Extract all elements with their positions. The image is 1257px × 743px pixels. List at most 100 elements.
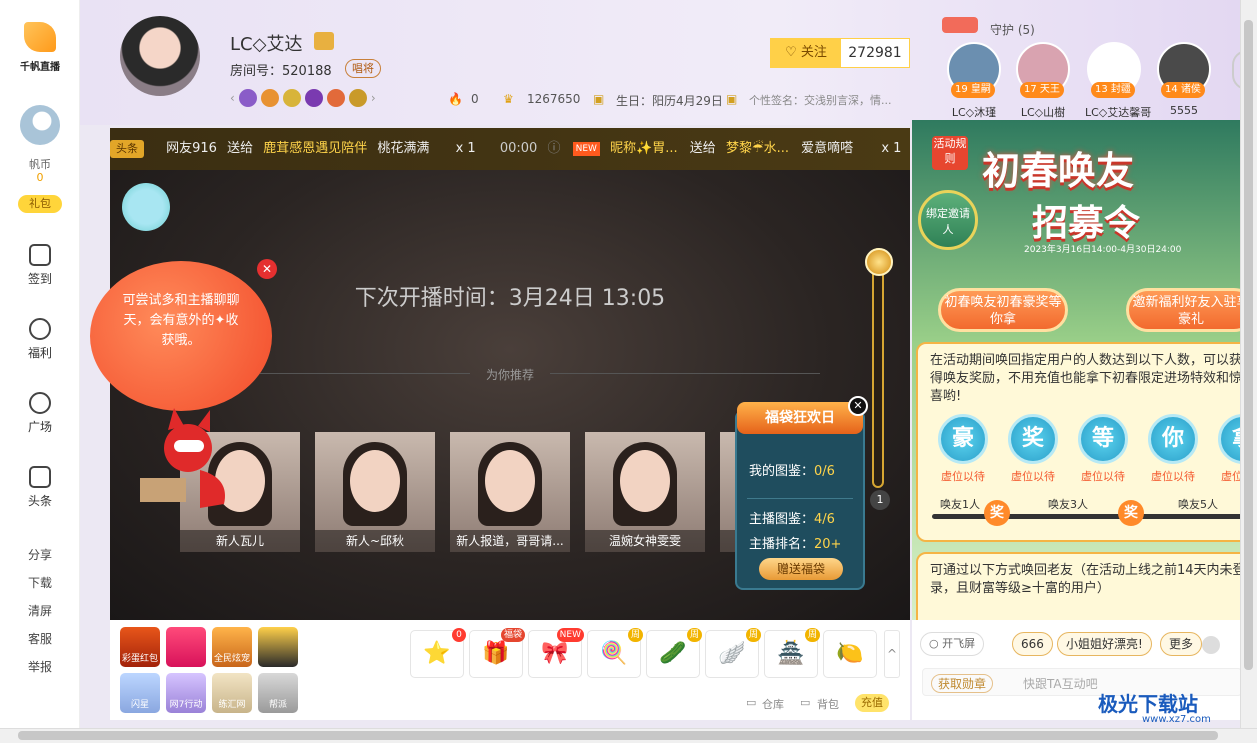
guard-item[interactable]: 13 封疆 LC◇艾达馨哥 bbox=[1085, 42, 1151, 120]
castle-gift-icon: 🏯 bbox=[777, 641, 805, 666]
backpack-button[interactable]: 背包 bbox=[817, 696, 839, 712]
event-rules-button[interactable]: 活动规则 bbox=[932, 136, 968, 170]
gift-badge: 周 bbox=[627, 628, 643, 642]
quick-reply-chip[interactable]: 小姐姐好漂亮! bbox=[1057, 632, 1152, 656]
package-icon[interactable]: 全民炫宠 bbox=[212, 627, 252, 667]
guard-item[interactable]: 14 诸侯 5555 bbox=[1155, 42, 1213, 117]
divider bbox=[747, 498, 853, 499]
quick-reply-chip[interactable]: 666 bbox=[1012, 632, 1053, 656]
recommend-card[interactable]: 新人~邱秋 bbox=[315, 432, 435, 552]
package-icon[interactable]: 闪星 bbox=[120, 673, 160, 713]
package-icon[interactable]: 彩蛋红包 bbox=[120, 627, 160, 667]
event-date: 2023年3月16日14:00-4月30日24:00 bbox=[1024, 245, 1182, 255]
medal-label: 虚位以待 bbox=[1151, 470, 1195, 483]
milestone-reward-icon[interactable]: 奖 bbox=[984, 500, 1010, 526]
get-medal-button[interactable]: 获取勋章 bbox=[931, 674, 994, 693]
anchor-avatar[interactable] bbox=[120, 16, 200, 96]
clear-screen-link[interactable]: 清屏 bbox=[0, 602, 80, 619]
follow-button[interactable]: ♡ 关注 bbox=[771, 39, 841, 67]
gift-progress-rail bbox=[872, 248, 884, 488]
gift-progress-icon[interactable] bbox=[865, 248, 893, 276]
reward-medal[interactable]: 等 bbox=[1078, 414, 1128, 464]
package-icon[interactable]: 练汇网 bbox=[212, 673, 252, 713]
expand-gifts-button[interactable]: ^ bbox=[884, 630, 900, 678]
room-icon[interactable] bbox=[122, 183, 170, 231]
gift-item[interactable]: 🎀 NEW bbox=[528, 628, 584, 678]
user-avatar[interactable] bbox=[20, 105, 60, 145]
sidebar-item-welfare[interactable]: 福利 bbox=[0, 318, 80, 361]
gift-item[interactable]: 🪽 周 bbox=[705, 628, 761, 678]
close-tip-button[interactable]: ✕ bbox=[257, 259, 277, 279]
badge-prev-icon[interactable]: ‹ bbox=[230, 91, 235, 105]
signature-icon: ▣ bbox=[726, 92, 738, 106]
tab-invite-welfare[interactable]: 邀新福利好友入驻享豪礼 bbox=[1126, 288, 1240, 332]
backpack-icon: ▭ bbox=[800, 696, 811, 709]
milestone-reward-icon[interactable]: 奖 bbox=[1118, 500, 1144, 526]
vertical-scroll-thumb[interactable] bbox=[1244, 20, 1253, 670]
headline-ticker[interactable]: 头条 网友916 送给 鹿茸感恩遇见陪伴 桃花满满 x 1 00:00 ⓘ NE… bbox=[110, 128, 910, 170]
bind-inviter-button[interactable]: 绑定邀请人 bbox=[918, 190, 978, 250]
flying-screen-toggle[interactable]: ○ 开飞屏 bbox=[920, 632, 985, 656]
recommend-card[interactable]: 温婉女神雯雯 bbox=[585, 432, 705, 552]
sidebar-item-headline[interactable]: 头条 bbox=[0, 466, 80, 509]
support-link[interactable]: 客服 bbox=[0, 630, 80, 647]
sidebar-item-square[interactable]: 广场 bbox=[0, 392, 80, 435]
logo-text: 千帆直播 bbox=[20, 62, 60, 73]
guard-item[interactable]: 19 皇嗣 LC◇沐瑾 bbox=[945, 42, 1003, 120]
tab-spring-reward[interactable]: 初春唤友初春豪奖等你拿 bbox=[938, 288, 1068, 332]
app-logo[interactable]: 千帆直播 bbox=[0, 22, 80, 73]
row-label: 主播排名： bbox=[749, 537, 815, 552]
anchor-collection: 主播图鉴：4/6 bbox=[749, 508, 835, 527]
milestone-label: 唤友1人 bbox=[940, 498, 980, 511]
recommend-card[interactable]: 新人报道，哥哥请... bbox=[450, 432, 570, 552]
report-link[interactable]: 举报 bbox=[0, 658, 80, 675]
gift-pack-button[interactable]: 礼包 bbox=[18, 195, 62, 213]
warehouse-button[interactable]: 仓库 bbox=[762, 696, 784, 712]
guard-title: 守护 (5) bbox=[990, 23, 1035, 37]
gift-item[interactable]: 🥒 周 bbox=[646, 628, 702, 678]
reward-medal[interactable]: 奖 bbox=[1008, 414, 1058, 464]
package-icon[interactable] bbox=[166, 627, 206, 667]
reward-medal[interactable]: 你 bbox=[1148, 414, 1198, 464]
milestone-track bbox=[932, 514, 1240, 519]
watermark-logo: 极光下载站 bbox=[1098, 692, 1198, 716]
row-value: 20+ bbox=[814, 537, 842, 552]
package-icon[interactable]: 网7行动 bbox=[166, 673, 206, 713]
sidebar-item-label: 头条 bbox=[27, 494, 52, 508]
recall-description: 可通过以下方式唤回老友（在活动上线之前14天内未登录，且财富等级≥十富的用户） bbox=[930, 563, 1240, 596]
horizontal-scroll-thumb[interactable] bbox=[18, 731, 1218, 740]
share-link[interactable]: 分享 bbox=[0, 546, 80, 563]
reward-box: 在活动期间唤回指定用户的人数达到以下人数，可以获得唤友奖励，不用充值也能拿下初春… bbox=[916, 342, 1240, 542]
gift-item[interactable]: 🍋 bbox=[823, 630, 877, 678]
sidebar-item-checkin[interactable]: 签到 bbox=[0, 244, 80, 287]
emoji-icon[interactable] bbox=[1202, 636, 1220, 654]
badge-next-icon[interactable]: › bbox=[371, 91, 376, 105]
gift-item[interactable]: 🏯 周 bbox=[764, 628, 820, 678]
star-gift-icon: ⭐ bbox=[423, 641, 451, 666]
download-link[interactable]: 下载 bbox=[0, 574, 80, 591]
reward-medal[interactable]: 拿 bbox=[1218, 414, 1240, 464]
more-replies-button[interactable]: 更多 bbox=[1160, 632, 1203, 656]
close-lucky-button[interactable]: ✕ bbox=[848, 396, 868, 416]
warehouse-icon: ▭ bbox=[746, 696, 757, 709]
rank-icon: ♛ bbox=[503, 92, 514, 106]
recharge-button[interactable]: 充值 bbox=[855, 694, 889, 712]
gift-item[interactable]: ⭐ 0 bbox=[410, 628, 466, 678]
guard-level: 19 皇嗣 bbox=[951, 82, 995, 98]
guard-item[interactable]: 17 天王 LC◇山樹 bbox=[1014, 42, 1072, 120]
guard-name: 5555 bbox=[1170, 104, 1198, 117]
event-subtitle: 招募令 bbox=[1032, 203, 1141, 244]
ticker-verb: 送给 bbox=[227, 141, 254, 156]
gift-item[interactable]: 🍭 周 bbox=[587, 628, 643, 678]
thumbnail bbox=[350, 450, 400, 512]
rank-value: 1267650 bbox=[527, 92, 581, 106]
gift-item[interactable]: 🎁 福袋 bbox=[469, 628, 525, 678]
package-icon[interactable] bbox=[258, 627, 298, 667]
package-icon[interactable]: 帮派 bbox=[258, 673, 298, 713]
medal-label: 虚位以待 bbox=[1221, 470, 1240, 483]
my-collection: 我的图鉴：0/6 bbox=[749, 460, 835, 479]
cucumber-gift-icon: 🥒 bbox=[659, 641, 687, 666]
reward-medal[interactable]: 豪 bbox=[938, 414, 988, 464]
ticker-verb: 送给 bbox=[689, 141, 716, 156]
send-lucky-bag-button[interactable]: 赠送福袋 bbox=[759, 558, 843, 580]
